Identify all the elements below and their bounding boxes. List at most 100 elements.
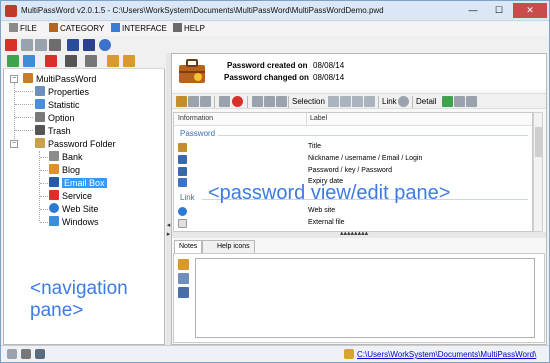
copy-icon[interactable] xyxy=(35,39,47,51)
maximize-button[interactable]: ☐ xyxy=(487,3,511,18)
tree-folder-service[interactable]: Service xyxy=(49,190,92,202)
tree-folder-web-site[interactable]: Web Site xyxy=(49,203,98,215)
clone-icon[interactable] xyxy=(252,96,263,107)
edit-key-icon[interactable] xyxy=(176,96,187,107)
email-icon xyxy=(49,177,59,187)
menu-help[interactable]: HELP xyxy=(173,23,205,33)
table-row[interactable]: Title xyxy=(174,142,532,153)
tree-root[interactable]: MultiPassWord xyxy=(23,73,96,85)
tree-folder-email-box[interactable]: Email Box xyxy=(49,177,107,189)
toolbar-separator xyxy=(378,96,379,108)
power-icon[interactable] xyxy=(5,39,17,51)
tab-notes[interactable]: Notes xyxy=(174,240,203,253)
select-all-icon[interactable] xyxy=(328,96,339,107)
select-none-icon[interactable] xyxy=(364,96,375,107)
tree-item-statistic[interactable]: Statistic xyxy=(35,99,80,111)
move-icon[interactable] xyxy=(23,55,35,67)
tree-item-trash[interactable]: Trash xyxy=(35,125,71,137)
open-link-icon[interactable] xyxy=(398,96,409,107)
note-icon[interactable] xyxy=(178,259,189,270)
menu-file[interactable]: FILE xyxy=(9,23,37,33)
tree-folder-label: Service xyxy=(62,191,93,201)
category-menu-icon xyxy=(49,23,58,32)
splitter-grip[interactable]: ▴▴▴▴▴▴▴▴ xyxy=(340,229,368,237)
add-icon[interactable] xyxy=(7,55,19,67)
tree-folder-blog[interactable]: Blog xyxy=(49,164,80,176)
delete-detail-icon[interactable] xyxy=(466,96,477,107)
grid-scrollbar[interactable] xyxy=(533,112,543,232)
minimize-button[interactable]: — xyxy=(461,3,485,18)
sort-up-icon[interactable] xyxy=(107,55,119,67)
table-row[interactable]: Web site xyxy=(174,206,532,217)
sheet-icon[interactable] xyxy=(178,287,189,298)
tree-item-properties[interactable]: Properties xyxy=(35,86,89,98)
tab-help-icons[interactable]: Help icons xyxy=(202,240,255,253)
cut-icon[interactable] xyxy=(219,96,230,107)
link-label[interactable]: Link xyxy=(382,97,397,106)
toolbar-separator xyxy=(214,96,215,108)
print-icon[interactable] xyxy=(49,39,61,51)
select-up-icon[interactable] xyxy=(340,96,351,107)
help-icon[interactable] xyxy=(99,39,111,51)
password-detail-grid[interactable]: Information Label Password Title Nicknam… xyxy=(173,112,533,232)
tree-folder-bank[interactable]: Bank xyxy=(49,151,83,163)
tree-folder-windows[interactable]: Windows xyxy=(49,216,99,228)
display-icon[interactable] xyxy=(65,55,77,67)
expand-toggle[interactable]: − xyxy=(10,75,18,83)
row-label: Nickname / username / Email / Login xyxy=(308,155,423,162)
table-row[interactable]: Password / key / Password xyxy=(174,166,532,177)
notes-textarea[interactable] xyxy=(195,258,535,338)
tree-branch xyxy=(40,196,48,197)
save-icon[interactable] xyxy=(67,39,79,51)
toolbar-separator xyxy=(412,96,413,108)
column-label[interactable]: Label xyxy=(310,115,327,122)
tree-item-password-folder[interactable]: Password Folder xyxy=(35,138,116,150)
stop-icon[interactable] xyxy=(232,96,243,107)
expand-toggle[interactable]: − xyxy=(10,140,18,148)
delete-icon[interactable] xyxy=(45,55,57,67)
select-down-icon[interactable] xyxy=(352,96,363,107)
status-lock-icon xyxy=(21,349,31,359)
menu-category[interactable]: CATEGORY xyxy=(49,23,104,33)
copy-key-icon[interactable] xyxy=(188,96,199,107)
scrollbar-thumb[interactable] xyxy=(535,127,542,157)
file-menu-icon xyxy=(9,23,18,32)
annotation-navigation-pane-1: <navigation xyxy=(30,278,128,299)
selection-label[interactable]: Selection xyxy=(292,97,325,106)
remove-icon[interactable] xyxy=(276,96,287,107)
horizontal-splitter[interactable]: ▴▴▴▴▴▴▴▴ xyxy=(172,229,546,238)
detail-label[interactable]: Detail xyxy=(416,97,436,106)
add-detail-icon[interactable] xyxy=(442,96,453,107)
table-row[interactable]: External file xyxy=(174,218,532,229)
edit-detail-icon[interactable] xyxy=(454,96,465,107)
tree-item-option[interactable]: Option xyxy=(35,112,75,124)
menu-interface[interactable]: INTERFACE xyxy=(111,23,167,33)
tools-icon[interactable] xyxy=(200,96,211,107)
tree-branch xyxy=(15,117,33,118)
lock-icon[interactable] xyxy=(21,39,33,51)
interface-menu-icon xyxy=(111,23,120,32)
paste-icon[interactable] xyxy=(264,96,275,107)
trash-icon xyxy=(35,125,45,135)
pass-icon[interactable] xyxy=(83,39,95,51)
column-information[interactable]: Information xyxy=(178,115,213,122)
user-icon xyxy=(178,155,187,164)
tree-branch xyxy=(40,209,48,210)
list-icon[interactable] xyxy=(178,273,189,284)
close-button[interactable]: ✕ xyxy=(513,3,547,18)
sort-down-icon[interactable] xyxy=(123,55,135,67)
bottom-tabs: Notes Help icons xyxy=(172,239,546,253)
created-value: 08/08/14 xyxy=(313,61,345,70)
menu-bar: FILE CATEGORY INTERFACE HELP xyxy=(1,22,549,36)
status-path-link[interactable]: C:\Users\WorkSystem\Documents\MultiPassW… xyxy=(357,350,536,359)
changed-label: Password changed on xyxy=(224,73,309,82)
password-info-panel xyxy=(172,54,546,90)
help-icons-label: Help icons xyxy=(217,243,250,250)
tree-item-label: Trash xyxy=(48,126,71,136)
menu-file-label: FILE xyxy=(20,24,37,33)
view-icon[interactable] xyxy=(85,55,97,67)
bank-icon xyxy=(49,151,59,161)
table-row[interactable]: Nickname / username / Email / Login xyxy=(174,154,532,165)
help-menu-icon xyxy=(173,23,182,32)
title-bar[interactable]: MultiPassWord v2.0.1.5 - C:\Users\WorkSy… xyxy=(1,1,549,21)
